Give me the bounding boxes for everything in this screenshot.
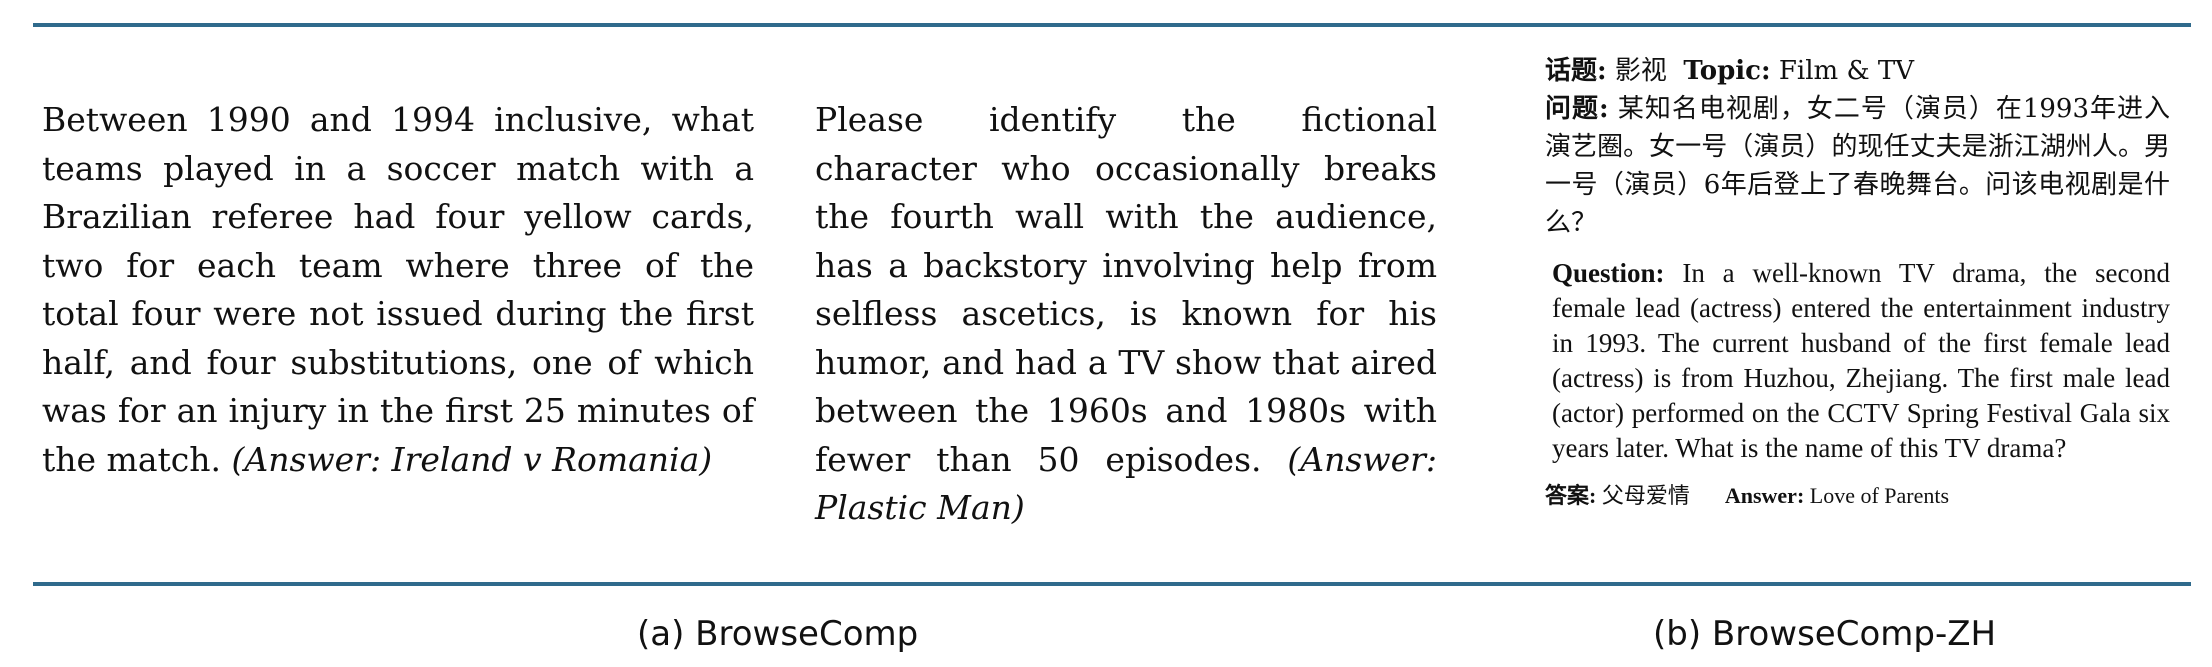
question-en-label: Question:	[1552, 258, 1665, 288]
browsecomp-example-1: Between 1990 and 1994 inclusive, what te…	[42, 96, 754, 484]
caption-browsecomp: (a) BrowseComp	[637, 614, 919, 654]
browsecomp-example-2: Please identify the fictional character …	[815, 96, 1437, 533]
top-rule	[33, 23, 2191, 27]
topic-line: 话题: 影视 Topic: Film & TV	[1545, 52, 2170, 90]
answer-zh-label: 答案:	[1545, 483, 1597, 508]
example-1-answer: (Answer: Ireland v Romania)	[231, 439, 713, 479]
question-zh-block: 问题: 某知名电视剧，女二号（演员）在1993年进入演艺圈。女一号（演员）的现任…	[1545, 90, 2170, 242]
topic-zh: 影视	[1614, 56, 1667, 86]
topic-en: Film & TV	[1778, 56, 1915, 86]
caption-browsecomp-zh: (b) BrowseComp-ZH	[1653, 614, 1997, 654]
answer-zh: 父母爱情	[1601, 483, 1690, 508]
answer-en: Love of Parents	[1809, 483, 1950, 508]
question-en: In a well-known TV drama, the second fem…	[1552, 258, 2171, 463]
example-2-question: Please identify the fictional character …	[815, 100, 1437, 479]
topic-en-label: Topic:	[1683, 56, 1771, 86]
question-zh-label: 问题:	[1545, 94, 1609, 124]
answer-line: 答案: 父母爱情 Answer: Love of Parents	[1545, 480, 2170, 512]
browsecomp-zh-example: 话题: 影视 Topic: Film & TV 问题: 某知名电视剧，女二号（演…	[1545, 52, 2170, 512]
question-en-block: Question: In a well-known TV drama, the …	[1545, 256, 2170, 466]
answer-en-label: Answer:	[1724, 483, 1805, 508]
topic-zh-label: 话题:	[1545, 56, 1607, 86]
example-1-question: Between 1990 and 1994 inclusive, what te…	[42, 100, 754, 479]
bottom-rule	[33, 582, 2191, 586]
question-zh: 某知名电视剧，女二号（演员）在1993年进入演艺圈。女一号（演员）的现任丈夫是浙…	[1545, 94, 2170, 238]
